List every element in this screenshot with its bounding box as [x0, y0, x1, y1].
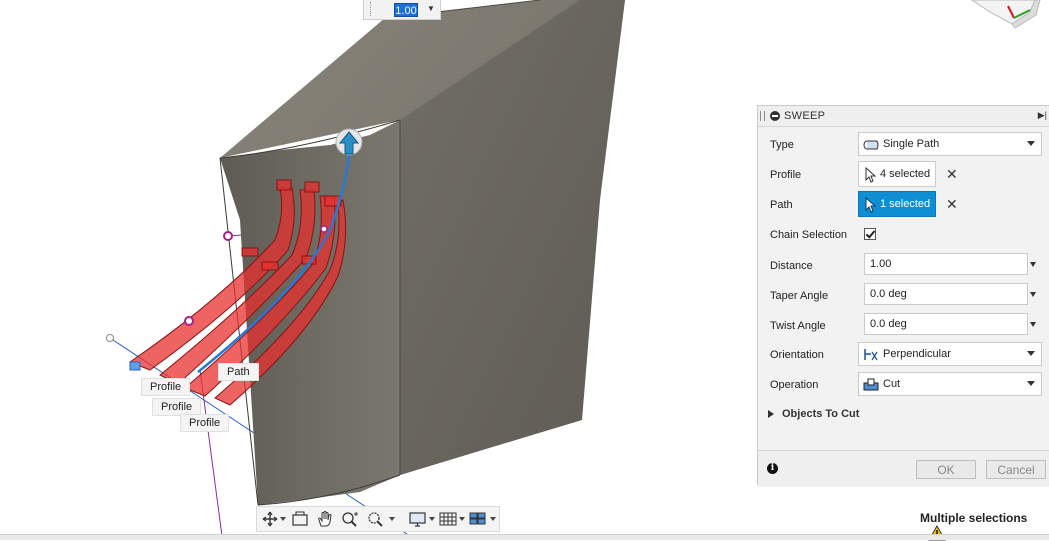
orientation-row: Orientation Perpendicular — [758, 340, 1049, 370]
panel-title: SWEEP — [784, 110, 826, 122]
path-label: Path — [770, 199, 793, 211]
chevron-down-icon[interactable] — [429, 517, 435, 521]
twist-angle-value: 0.0 deg — [870, 318, 907, 330]
chevron-down-icon[interactable] — [490, 517, 496, 521]
taper-angle-label: Taper Angle — [770, 290, 829, 302]
distance-arrow-manipulator[interactable] — [335, 128, 363, 156]
profile-row: Profile 4 selected ✕ — [758, 160, 1049, 190]
distance-input[interactable]: 1.00 — [864, 253, 1028, 275]
twist-angle-row: Twist Angle 0.0 deg — [758, 311, 1049, 341]
type-value: Single Path — [883, 138, 940, 150]
chain-selection-row: Chain Selection — [758, 220, 1049, 250]
twist-angle-label: Twist Angle — [770, 320, 826, 332]
distance-floating-input[interactable]: 1.00 ▼ — [363, 0, 441, 20]
ok-button[interactable]: OK — [916, 460, 976, 479]
orientation-select[interactable]: Perpendicular — [858, 342, 1042, 366]
chevron-down-icon[interactable] — [1027, 141, 1035, 146]
orientation-value: Perpendicular — [883, 348, 951, 360]
operation-row: Operation Cut — [758, 370, 1049, 400]
display-settings-icon[interactable] — [407, 510, 429, 528]
clear-path-icon[interactable]: ✕ — [946, 197, 958, 211]
twist-angle-input[interactable]: 0.0 deg — [864, 313, 1028, 335]
clear-profile-icon[interactable]: ✕ — [946, 167, 958, 181]
zoom-icon[interactable] — [339, 510, 361, 528]
chevron-down-icon[interactable] — [1030, 262, 1036, 267]
chevron-down-icon[interactable]: ▼ — [427, 4, 435, 13]
path-value: 1 selected — [880, 198, 931, 210]
distance-label: Distance — [770, 260, 813, 272]
operation-value: Cut — [883, 378, 901, 390]
grid-icon[interactable] — [437, 510, 459, 528]
drag-handle-icon[interactable] — [370, 2, 373, 16]
type-label: Type — [770, 139, 794, 151]
sweep-panel[interactable]: SWEEP ▶| Type Single Path Profile 4 sele… — [757, 105, 1049, 487]
viewcube[interactable] — [971, 0, 1041, 29]
single-path-icon — [863, 140, 879, 150]
look-at-icon[interactable] — [289, 510, 311, 528]
profile-value: 4 selected — [880, 168, 931, 180]
drag-handle-icon[interactable] — [760, 111, 765, 121]
profile-label: Profile — [180, 414, 230, 432]
orbit-icon[interactable] — [259, 510, 281, 528]
chevron-right-icon — [768, 410, 774, 418]
chevron-down-icon[interactable] — [1027, 351, 1035, 356]
zoom-window-icon[interactable] — [365, 510, 387, 528]
taper-angle-row: Taper Angle 0.0 deg — [758, 281, 1049, 311]
chevron-down-icon[interactable] — [1027, 381, 1035, 386]
cancel-button[interactable]: Cancel — [986, 460, 1046, 479]
panel-header[interactable]: SWEEP ▶| — [758, 106, 1049, 127]
profile-label: Profile — [770, 169, 802, 181]
chevron-down-icon[interactable] — [1030, 322, 1036, 327]
distance-floating-value[interactable]: 1.00 — [394, 3, 418, 17]
chain-selection-checkbox[interactable] — [864, 228, 876, 240]
navigation-toolbar — [256, 506, 500, 532]
taper-angle-input[interactable]: 0.0 deg — [864, 283, 1028, 305]
path-row: Path 1 selected ✕ — [758, 190, 1049, 220]
pan-hand-icon[interactable] — [314, 510, 336, 528]
profile-select-button[interactable]: 4 selected — [858, 161, 936, 187]
perpendicular-icon — [864, 349, 878, 361]
profile-label: Profile — [141, 378, 191, 396]
status-text: Multiple selections — [920, 511, 1028, 525]
chevron-down-icon[interactable] — [280, 517, 286, 521]
cursor-arrow-icon — [865, 167, 877, 183]
info-icon[interactable]: i — [767, 463, 778, 474]
objects-to-cut-label: Objects To Cut — [782, 408, 860, 420]
taper-angle-value: 0.0 deg — [870, 288, 907, 300]
orientation-label: Orientation — [770, 349, 824, 361]
path-label: Path — [218, 363, 259, 381]
collapse-icon[interactable] — [770, 111, 780, 121]
type-select[interactable]: Single Path — [858, 132, 1042, 156]
chevron-down-icon[interactable] — [459, 517, 465, 521]
distance-row: Distance 1.00 — [758, 251, 1049, 281]
panel-footer: i OK Cancel — [758, 450, 1049, 487]
cursor-arrow-icon — [865, 197, 877, 213]
chevron-down-icon[interactable] — [1030, 292, 1036, 297]
chain-selection-label: Chain Selection — [770, 229, 848, 241]
viewports-icon[interactable] — [467, 510, 489, 528]
expand-icon[interactable]: ▶| — [1038, 110, 1047, 121]
operation-label: Operation — [770, 379, 819, 391]
bottom-bar — [0, 534, 1049, 540]
distance-value: 1.00 — [870, 258, 892, 270]
chevron-down-icon[interactable] — [389, 517, 395, 521]
type-row: Type Single Path — [758, 130, 1049, 160]
operation-select[interactable]: Cut — [858, 372, 1042, 396]
path-select-button[interactable]: 1 selected — [858, 191, 936, 217]
cut-icon — [863, 378, 879, 391]
